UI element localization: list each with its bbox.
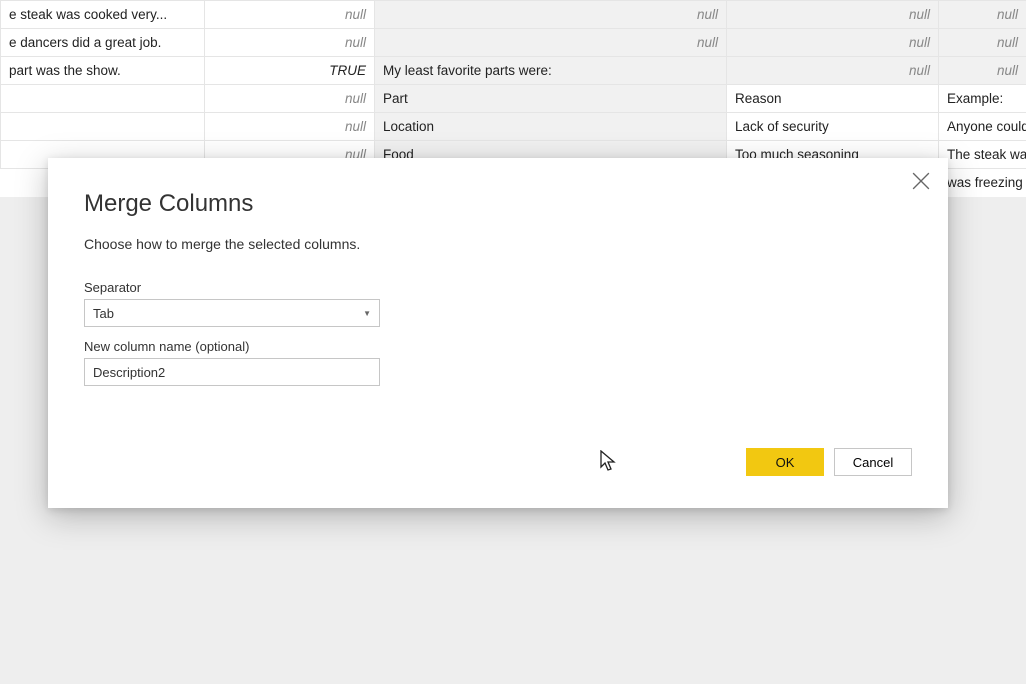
chevron-down-icon: ▼ [363, 309, 371, 318]
close-icon [912, 172, 930, 190]
separator-value: Tab [93, 306, 114, 321]
cell[interactable]: e steak was cooked very... [1, 1, 205, 29]
cell[interactable]: null [727, 57, 939, 85]
separator-label: Separator [84, 280, 912, 295]
cell[interactable]: TRUE [205, 57, 375, 85]
close-button[interactable] [912, 172, 930, 190]
cell[interactable]: e dancers did a great job. [1, 29, 205, 57]
new-column-name-input[interactable] [84, 358, 380, 386]
cell[interactable]: My least favorite parts were: [375, 57, 727, 85]
cell[interactable]: null [205, 29, 375, 57]
cell[interactable]: was freezing [939, 169, 1026, 197]
cell[interactable] [1, 113, 205, 141]
cell[interactable]: Anyone could [939, 113, 1026, 141]
cell[interactable]: The steak wa [939, 141, 1026, 169]
dialog-title: Merge Columns [84, 190, 912, 218]
cell[interactable]: null [939, 29, 1026, 57]
cell[interactable]: Location [375, 113, 727, 141]
table-row[interactable]: part was the show. TRUE My least favorit… [1, 57, 1026, 85]
separator-select[interactable]: Tab ▼ [84, 299, 380, 327]
cell[interactable]: null [205, 113, 375, 141]
cancel-button[interactable]: Cancel [834, 448, 912, 476]
cell[interactable]: null [939, 1, 1026, 29]
cell[interactable]: null [727, 1, 939, 29]
cell[interactable]: Lack of security [727, 113, 939, 141]
cell[interactable] [1, 85, 205, 113]
merge-columns-dialog: Merge Columns Choose how to merge the se… [48, 158, 948, 508]
cell[interactable]: null [939, 57, 1026, 85]
table-row[interactable]: e dancers did a great job. null null nul… [1, 29, 1026, 57]
new-column-name-label: New column name (optional) [84, 339, 912, 354]
cell[interactable]: null [205, 1, 375, 29]
cell[interactable]: Reason [727, 85, 939, 113]
table-row[interactable]: null Location Lack of security Anyone co… [1, 113, 1026, 141]
ok-button[interactable]: OK [746, 448, 824, 476]
cell[interactable]: part was the show. [1, 57, 205, 85]
dialog-subtitle: Choose how to merge the selected columns… [84, 236, 912, 252]
table-row[interactable]: null Part Reason Example: [1, 85, 1026, 113]
cell[interactable]: null [375, 1, 727, 29]
cell[interactable]: Part [375, 85, 727, 113]
cell[interactable]: null [205, 85, 375, 113]
cell[interactable]: null [727, 29, 939, 57]
table-row[interactable]: e steak was cooked very... null null nul… [1, 1, 1026, 29]
cell[interactable]: null [375, 29, 727, 57]
cell[interactable]: Example: [939, 85, 1026, 113]
